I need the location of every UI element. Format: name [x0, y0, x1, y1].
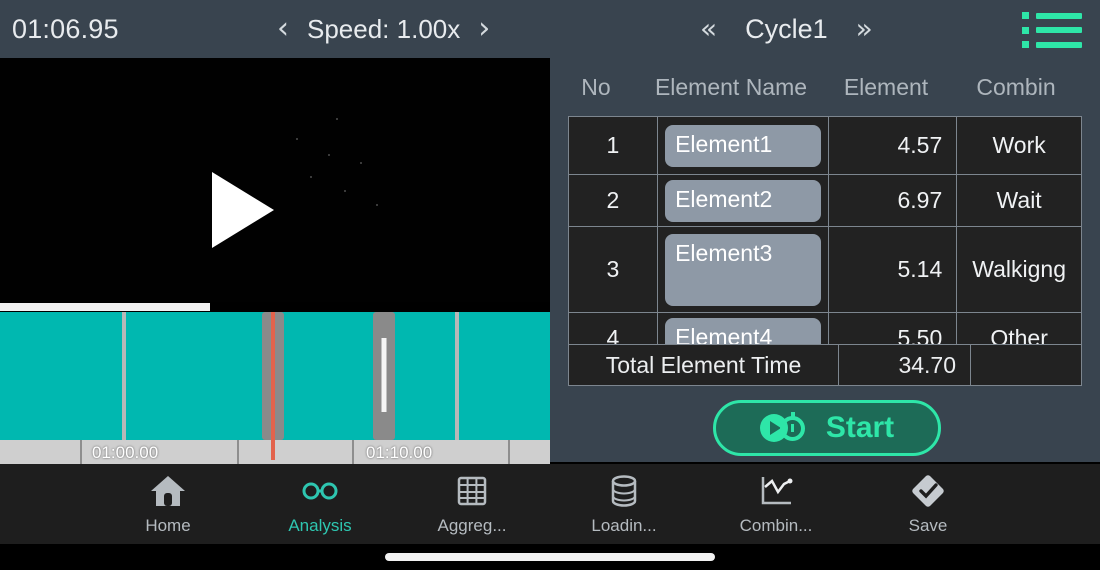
nav-item-combination[interactable]: Combin... — [700, 464, 852, 544]
database-icon — [604, 472, 644, 510]
total-label: Total Element Time — [569, 345, 839, 385]
column-header-combin: Combin — [976, 73, 1056, 100]
row-element-time: 4.57 — [829, 117, 958, 174]
element-table[interactable]: 1 Element1 4.57 Work 2 Element2 6.97 Wai… — [568, 116, 1082, 348]
nav-item-save[interactable]: Save — [852, 464, 1004, 544]
system-home-bar — [0, 544, 1100, 570]
column-header-element: Element — [843, 73, 929, 100]
nav-label: Aggreg... — [437, 516, 507, 535]
menu-row — [1022, 41, 1082, 48]
table-row[interactable]: 4 Element4 5.50 Other — [569, 313, 1081, 347]
menu-row — [1022, 12, 1082, 19]
app-root: 01:06.95 ‹ Speed: 1.00x › « Cycle1 » 01:… — [0, 0, 1100, 570]
speed-control: ‹ Speed: 1.00x › — [275, 0, 492, 58]
start-button-label: Start — [825, 411, 895, 444]
video-player[interactable] — [0, 58, 550, 306]
nav-item-aggregation[interactable]: Aggreg... — [396, 464, 548, 544]
ruler-label: 01:10.00 — [366, 443, 433, 462]
row-combin[interactable]: Other — [957, 313, 1081, 347]
timeline-ruler[interactable]: 01:00.00 01:10.00 — [0, 440, 550, 464]
speed-next-icon[interactable]: › — [476, 14, 492, 44]
column-header-no: No — [581, 73, 611, 100]
row-name-cell: Element1 — [658, 117, 830, 174]
home-icon — [148, 472, 188, 510]
start-icons — [759, 411, 816, 445]
row-combin[interactable]: Walkigng — [957, 227, 1081, 312]
line-chart-icon — [756, 472, 796, 510]
nav-label: Save — [908, 516, 948, 535]
row-no: 4 — [569, 313, 658, 347]
row-no: 3 — [569, 227, 658, 312]
row-combin[interactable]: Work — [957, 117, 1081, 174]
row-element-time: 5.14 — [829, 227, 958, 312]
row-name-cell: Element2 — [658, 175, 830, 226]
element-name-input[interactable]: Element1 — [665, 124, 822, 167]
cycle-prev-icon[interactable]: « — [700, 15, 717, 43]
table-row[interactable]: 3 Element3 5.14 Walkigng — [569, 227, 1081, 313]
speed-label[interactable]: Speed: 1.00x — [307, 14, 460, 45]
diamond-check-icon — [908, 472, 948, 510]
top-header-bar: 01:06.95 ‹ Speed: 1.00x › « Cycle1 » — [0, 0, 1100, 58]
grid-table-icon — [452, 472, 492, 510]
table-header-row: No Element Name Element Combin — [550, 58, 1100, 116]
total-value: 34.70 — [839, 345, 971, 385]
nav-label: Combin... — [739, 516, 813, 535]
row-no: 2 — [569, 175, 658, 226]
glasses-icon — [300, 472, 340, 510]
nav-item-home[interactable]: Home — [92, 464, 244, 544]
element-name-input[interactable]: Element2 — [665, 179, 822, 222]
stopwatch-icon — [779, 412, 805, 441]
timeline-divider — [455, 312, 459, 440]
total-empty-cell — [971, 345, 1081, 385]
table-row[interactable]: 2 Element2 6.97 Wait — [569, 175, 1081, 227]
nav-item-analysis[interactable]: Analysis — [244, 464, 396, 544]
ruler-label: 01:00.00 — [92, 443, 159, 462]
cycle-next-icon[interactable]: » — [856, 15, 873, 43]
elapsed-timer: 01:06.95 — [12, 13, 119, 44]
timeline-divider — [122, 312, 126, 440]
nav-item-loading[interactable]: Loadin... — [548, 464, 700, 544]
timeline-playhead[interactable] — [271, 312, 275, 460]
home-indicator-pill[interactable] — [385, 553, 715, 561]
total-element-time-row: Total Element Time 34.70 — [568, 344, 1082, 386]
column-header-name: Element Name — [654, 73, 808, 100]
start-button[interactable]: Start — [713, 400, 941, 456]
element-panel: No Element Name Element Combin 1 Element… — [550, 58, 1100, 462]
row-name-cell: Element4 — [658, 313, 830, 347]
row-name-cell: Element3 — [658, 227, 830, 312]
nav-label: Analysis — [288, 516, 352, 535]
row-element-time: 6.97 — [829, 175, 958, 226]
list-menu-icon[interactable] — [1022, 12, 1082, 48]
menu-row — [1022, 26, 1082, 34]
play-triangle-icon[interactable] — [212, 172, 274, 248]
nav-label: Loadin... — [591, 516, 657, 535]
timeline-track[interactable] — [0, 312, 550, 440]
timeline-handle-right[interactable] — [373, 312, 395, 440]
nav-label: Home — [145, 516, 191, 535]
row-combin[interactable]: Wait — [957, 175, 1081, 226]
speed-prev-icon[interactable]: ‹ — [275, 14, 291, 44]
cycle-selector: « Cycle1 » — [700, 0, 873, 58]
row-element-time: 5.50 — [829, 313, 958, 347]
element-name-input[interactable]: Element3 — [665, 233, 822, 306]
handle-grip — [381, 338, 387, 412]
table-row[interactable]: 1 Element1 4.57 Work — [569, 117, 1081, 175]
cycle-label[interactable]: Cycle1 — [745, 14, 828, 45]
row-no: 1 — [569, 117, 658, 174]
bottom-navigation: Home Analysis Aggreg... Loadin... Combin… — [0, 464, 1100, 544]
timeline-scroll-thumb[interactable] — [0, 303, 210, 311]
